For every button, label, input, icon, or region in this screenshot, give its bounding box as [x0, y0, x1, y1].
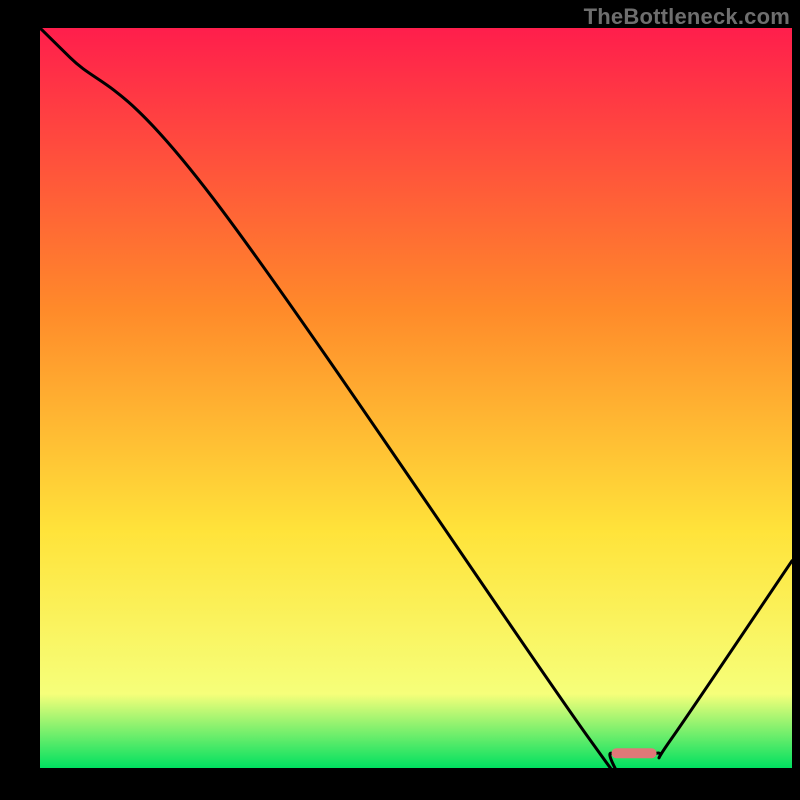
chart-frame: TheBottleneck.com [0, 0, 800, 800]
plot-svg [40, 28, 792, 768]
plot-area [40, 28, 792, 768]
highlight-marker [612, 748, 657, 758]
gradient-background [40, 28, 792, 768]
watermark-text: TheBottleneck.com [584, 4, 790, 30]
